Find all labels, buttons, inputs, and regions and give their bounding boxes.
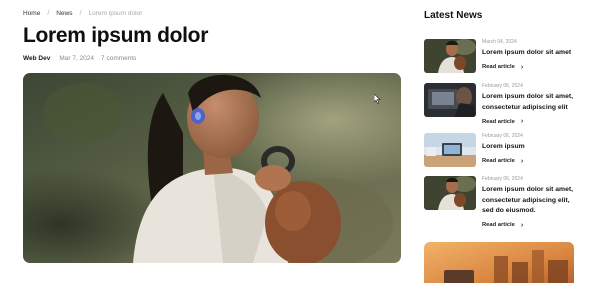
breadcrumb-news-link[interactable]: News (56, 10, 72, 17)
news-date: February 06, 2024 (482, 176, 523, 182)
chevron-right-icon: › (520, 157, 524, 165)
news-item[interactable]: February 06, 2024 Lorem ipsum dolor sit … (424, 83, 584, 127)
article-meta: Web Dev Mar 7, 2024 7 comments (23, 55, 136, 62)
breadcrumb-separator: / (47, 10, 50, 17)
news-date: February 06, 2024 (482, 133, 523, 139)
news-item[interactable]: March 04, 2024 Lorem ipsum dolor sit ame… (424, 39, 584, 79)
article-author[interactable]: Web Dev (23, 55, 50, 62)
article-date: Mar 7, 2024 (59, 55, 95, 62)
read-article-link[interactable]: Read article › (482, 222, 582, 229)
mouse-cursor-icon (374, 94, 381, 104)
news-date: February 06, 2024 (482, 83, 523, 89)
featured-news-card[interactable] (424, 242, 574, 283)
news-thumbnail[interactable] (424, 83, 476, 117)
read-article-label: Read article (482, 158, 515, 164)
read-article-label: Read article (482, 64, 515, 70)
sidebar-title: Latest News (424, 10, 483, 21)
chevron-right-icon: › (520, 63, 524, 71)
news-thumbnail[interactable] (424, 133, 476, 167)
breadcrumb-current: Lorem ipsum dolor (88, 10, 143, 17)
article-title: Lorem ipsum dolor (23, 24, 209, 47)
news-title[interactable]: Lorem ipsum dolor sit amet (482, 48, 582, 59)
read-article-label: Read article (482, 118, 515, 125)
news-title[interactable]: Lorem ipsum (482, 142, 582, 153)
breadcrumb: Home / News / Lorem ipsum dolor (23, 10, 142, 17)
breadcrumb-separator: / (79, 10, 82, 17)
news-thumbnail[interactable] (424, 39, 476, 73)
chevron-right-icon: › (520, 221, 524, 229)
news-item[interactable]: February 06, 2024 Lorem ipsum Read artic… (424, 133, 584, 169)
read-article-link[interactable]: Read article › (482, 118, 582, 125)
article-hero-image (23, 73, 401, 263)
breadcrumb-home-link[interactable]: Home (23, 10, 40, 17)
read-article-link[interactable]: Read article › (482, 158, 582, 165)
news-title[interactable]: Lorem ipsum dolor sit amet, consectetur … (482, 92, 582, 113)
chevron-right-icon: › (520, 118, 524, 125)
article-comments-link[interactable]: 7 comments (101, 55, 136, 62)
read-article-label: Read article (482, 222, 515, 228)
read-article-link[interactable]: Read article › (482, 64, 582, 71)
news-thumbnail[interactable] (424, 176, 476, 210)
news-title[interactable]: Lorem ipsum dolor sit amet, consectetur … (482, 185, 582, 217)
news-item[interactable]: February 06, 2024 Lorem ipsum dolor sit … (424, 176, 584, 230)
news-date: March 04, 2024 (482, 39, 517, 45)
